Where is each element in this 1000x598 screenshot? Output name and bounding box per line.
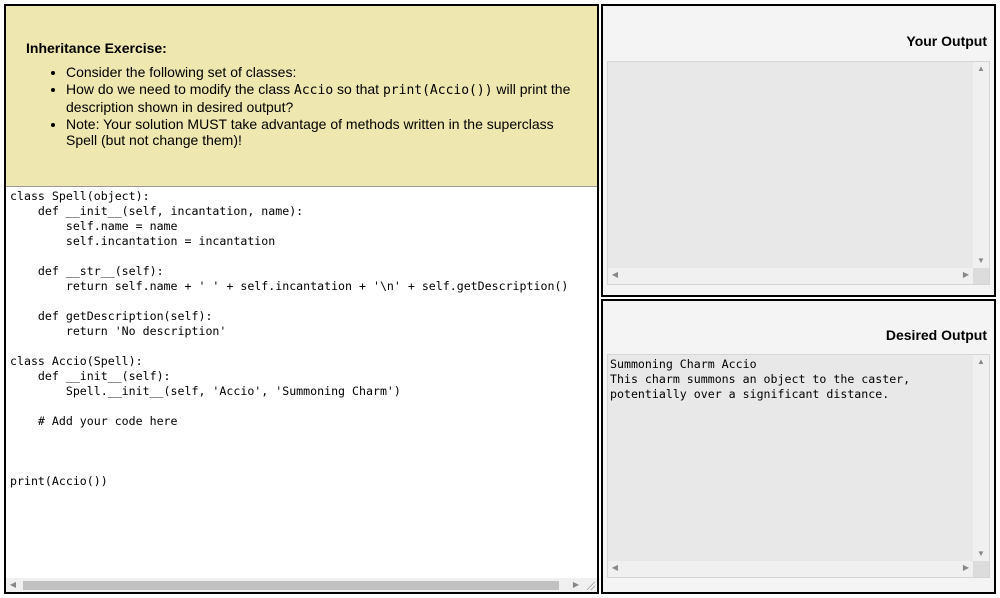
- editor-scroll-thumb[interactable]: [23, 581, 559, 590]
- scroll-right-arrow-icon[interactable]: ▶: [959, 268, 973, 282]
- your-output-horizontal-scrollbar[interactable]: ◀ ▶: [608, 268, 973, 284]
- code-editor[interactable]: class Spell(object): def __init__(self, …: [6, 187, 597, 592]
- scroll-left-arrow-icon[interactable]: ◀: [6, 578, 20, 592]
- desired-output-title: Desired Output: [885, 327, 987, 343]
- scroll-up-arrow-icon[interactable]: ▲: [974, 355, 988, 369]
- desired-output-vertical-scrollbar[interactable]: ▲ ▼: [973, 355, 989, 561]
- scroll-right-arrow-icon[interactable]: ▶: [959, 561, 973, 575]
- instructions-box: Inheritance Exercise: Consider the follo…: [6, 6, 597, 187]
- instruction-item-3: Note: Your solution MUST take advantage …: [66, 116, 586, 149]
- scroll-down-arrow-icon[interactable]: ▼: [974, 254, 988, 268]
- scroll-down-arrow-icon[interactable]: ▼: [974, 547, 988, 561]
- resize-grip-icon[interactable]: [583, 578, 597, 592]
- scroll-right-arrow-icon[interactable]: ▶: [569, 578, 583, 592]
- instruction-item-1: Consider the following set of classes:: [66, 64, 586, 81]
- your-output-box[interactable]: ▲ ▼ ◀ ▶: [607, 61, 990, 285]
- scroll-left-arrow-icon[interactable]: ◀: [608, 268, 622, 282]
- desired-output-panel: Desired Output Summoning Charm Accio Thi…: [601, 299, 996, 594]
- your-output-vertical-scrollbar[interactable]: ▲ ▼: [973, 62, 989, 268]
- scroll-corner: [973, 268, 989, 284]
- desired-output-box[interactable]: Summoning Charm Accio This charm summons…: [607, 354, 990, 578]
- desired-output-horizontal-scrollbar[interactable]: ◀ ▶: [608, 561, 973, 577]
- inline-code-print: print(Accio()): [382, 82, 493, 98]
- your-output-title: Your Output: [906, 33, 987, 49]
- instruction-text-1: Consider the following set of classes:: [66, 64, 297, 80]
- instructions-list: Consider the following set of classes: H…: [26, 64, 586, 149]
- scroll-up-arrow-icon[interactable]: ▲: [974, 62, 988, 76]
- exercise-panel: Inheritance Exercise: Consider the follo…: [4, 4, 599, 594]
- code-editor-text[interactable]: class Spell(object): def __init__(self, …: [10, 189, 568, 489]
- editor-horizontal-scrollbar[interactable]: ◀ ▶: [6, 578, 583, 592]
- instruction-text-2a: How do we need to modify the class: [66, 80, 295, 97]
- instruction-item-2: How do we need to modify the class Accio…: [66, 81, 586, 116]
- your-output-panel: Your Output ▲ ▼ ◀ ▶: [601, 4, 996, 297]
- instruction-text-3: Note: Your solution MUST take advantage …: [66, 115, 554, 149]
- scroll-left-arrow-icon[interactable]: ◀: [608, 561, 622, 575]
- instructions-title: Inheritance Exercise:: [26, 40, 167, 56]
- desired-output-text: Summoning Charm Accio This charm summons…: [610, 357, 911, 401]
- scroll-corner: [973, 561, 989, 577]
- inline-code-accio: Accio: [294, 82, 334, 98]
- instruction-text-2b: so that: [333, 80, 383, 97]
